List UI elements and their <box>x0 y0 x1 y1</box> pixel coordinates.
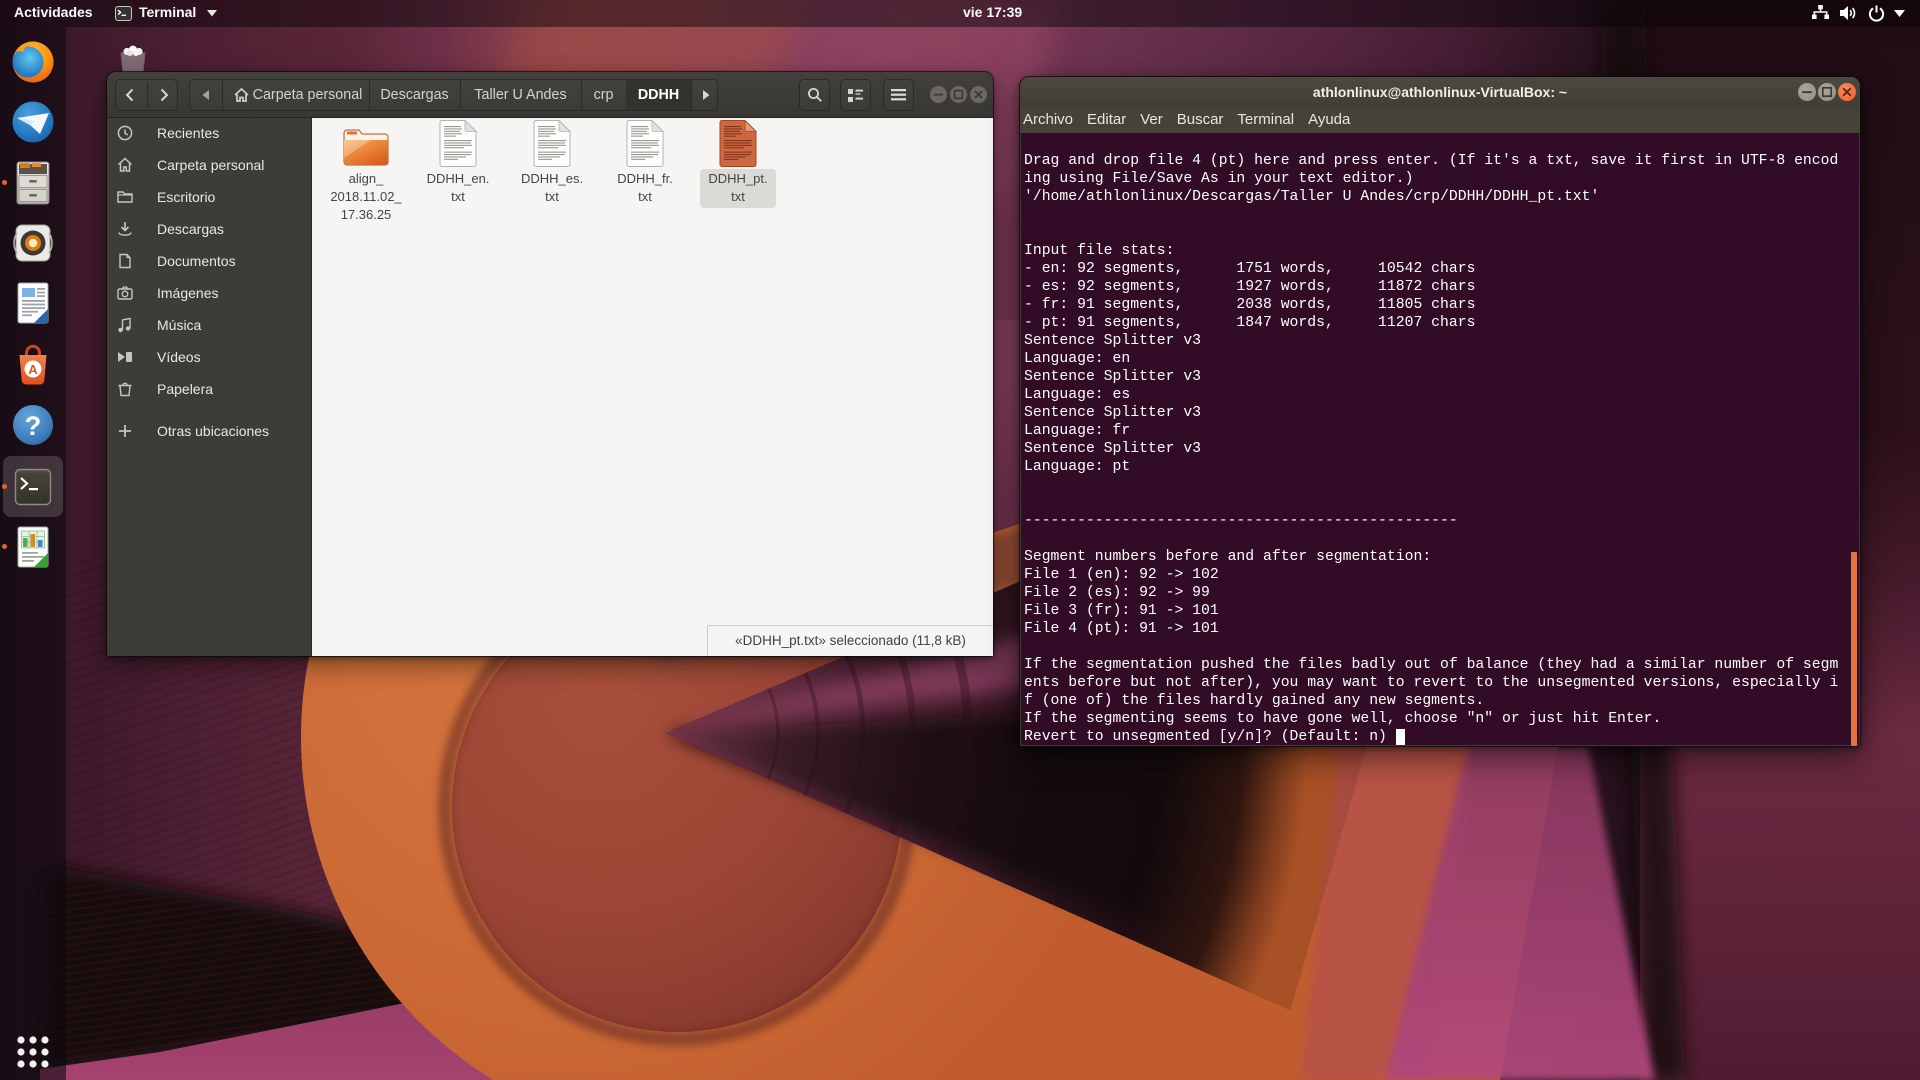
svg-text:A: A <box>28 362 38 377</box>
svg-text:?: ? <box>25 411 42 441</box>
